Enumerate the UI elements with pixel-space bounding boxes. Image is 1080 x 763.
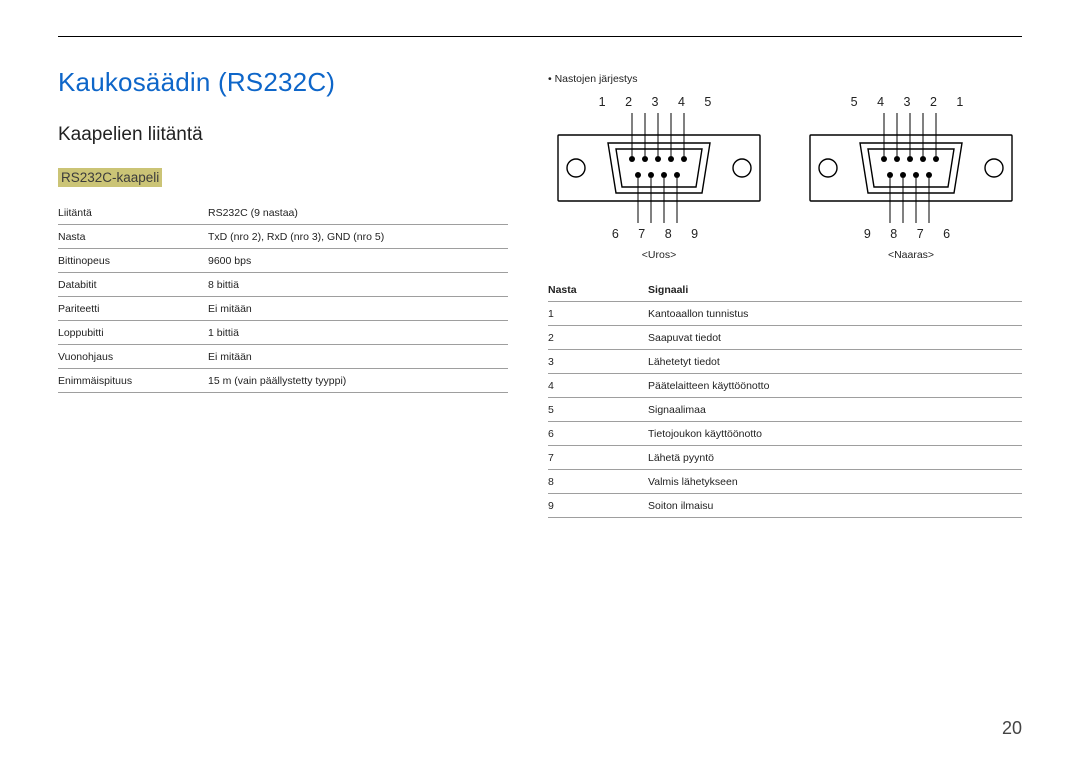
female-bottom-pins: 9 8 7 6 — [800, 227, 1022, 241]
spec-key: Nasta — [58, 225, 208, 249]
table-row: 4Päätelaitteen käyttöönotto — [548, 374, 1022, 398]
sig-name: Saapuvat tiedot — [648, 326, 1022, 350]
page-number: 20 — [1002, 718, 1022, 739]
sig-name: Päätelaitteen käyttöönotto — [648, 374, 1022, 398]
section-subtitle: Kaapelien liitäntä — [58, 124, 508, 146]
top-rule — [58, 36, 1022, 37]
sig-name: Soiton ilmaisu — [648, 494, 1022, 518]
male-bottom-pins: 6 7 8 9 — [548, 227, 770, 241]
spec-value: 8 bittiä — [208, 273, 508, 297]
spec-value: Ei mitään — [208, 345, 508, 369]
sig-pin: 2 — [548, 326, 648, 350]
female-top-pins: 5 4 3 2 1 — [800, 95, 1022, 109]
spec-value: 9600 bps — [208, 249, 508, 273]
spec-key: Databitit — [58, 273, 208, 297]
spec-key: Enimmäispituus — [58, 369, 208, 393]
db9-female-diagram — [806, 113, 1016, 223]
table-row: LiitäntäRS232C (9 nastaa) — [58, 201, 508, 225]
sig-pin: 6 — [548, 422, 648, 446]
connector-female: 5 4 3 2 1 — [800, 95, 1022, 261]
sig-pin: 8 — [548, 470, 648, 494]
male-label: <Uros> — [548, 249, 770, 261]
spec-value: RS232C (9 nastaa) — [208, 201, 508, 225]
signal-table: Nasta Signaali 1Kantoaallon tunnistus2Sa… — [548, 279, 1022, 518]
spec-value: Ei mitään — [208, 297, 508, 321]
table-row: Bittinopeus9600 bps — [58, 249, 508, 273]
sig-pin: 7 — [548, 446, 648, 470]
sig-name: Lähetetyt tiedot — [648, 350, 1022, 374]
table-row: 9Soiton ilmaisu — [548, 494, 1022, 518]
pin-order-bullet: Nastojen järjestys — [548, 73, 1022, 85]
sig-header-signal: Signaali — [648, 279, 1022, 302]
table-row: Enimmäispituus15 m (vain päällystetty ty… — [58, 369, 508, 393]
spec-table: LiitäntäRS232C (9 nastaa)NastaTxD (nro 2… — [58, 201, 508, 393]
spec-key: Pariteetti — [58, 297, 208, 321]
sig-header-pin: Nasta — [548, 279, 648, 302]
spec-key: Vuonohjaus — [58, 345, 208, 369]
table-row: 2Saapuvat tiedot — [548, 326, 1022, 350]
sig-pin: 9 — [548, 494, 648, 518]
table-row: 5Signaalimaa — [548, 398, 1022, 422]
sig-pin: 4 — [548, 374, 648, 398]
table-row: VuonohjausEi mitään — [58, 345, 508, 369]
table-row: NastaTxD (nro 2), RxD (nro 3), GND (nro … — [58, 225, 508, 249]
table-row: Databitit8 bittiä — [58, 273, 508, 297]
sig-name: Lähetä pyyntö — [648, 446, 1022, 470]
connector-male: 1 2 3 4 5 — [548, 95, 770, 261]
female-label: <Naaras> — [800, 249, 1022, 261]
sig-name: Tietojoukon käyttöönotto — [648, 422, 1022, 446]
table-row: Loppubitti1 bittiä — [58, 321, 508, 345]
table-row: PariteettiEi mitään — [58, 297, 508, 321]
table-row: 1Kantoaallon tunnistus — [548, 302, 1022, 326]
sig-name: Kantoaallon tunnistus — [648, 302, 1022, 326]
spec-value: 1 bittiä — [208, 321, 508, 345]
db9-male-diagram — [554, 113, 764, 223]
spec-value: TxD (nro 2), RxD (nro 3), GND (nro 5) — [208, 225, 508, 249]
page-title: Kaukosäädin (RS232C) — [58, 67, 508, 98]
table-row: 8Valmis lähetykseen — [548, 470, 1022, 494]
table-row: 3Lähetetyt tiedot — [548, 350, 1022, 374]
h3-rs232c-cable: RS232C-kaapeli — [58, 168, 162, 187]
sig-pin: 5 — [548, 398, 648, 422]
spec-value: 15 m (vain päällystetty tyyppi) — [208, 369, 508, 393]
sig-pin: 1 — [548, 302, 648, 326]
spec-key: Loppubitti — [58, 321, 208, 345]
spec-key: Liitäntä — [58, 201, 208, 225]
male-top-pins: 1 2 3 4 5 — [548, 95, 770, 109]
table-row: 6Tietojoukon käyttöönotto — [548, 422, 1022, 446]
sig-pin: 3 — [548, 350, 648, 374]
sig-name: Valmis lähetykseen — [648, 470, 1022, 494]
table-row: 7Lähetä pyyntö — [548, 446, 1022, 470]
sig-name: Signaalimaa — [648, 398, 1022, 422]
spec-key: Bittinopeus — [58, 249, 208, 273]
